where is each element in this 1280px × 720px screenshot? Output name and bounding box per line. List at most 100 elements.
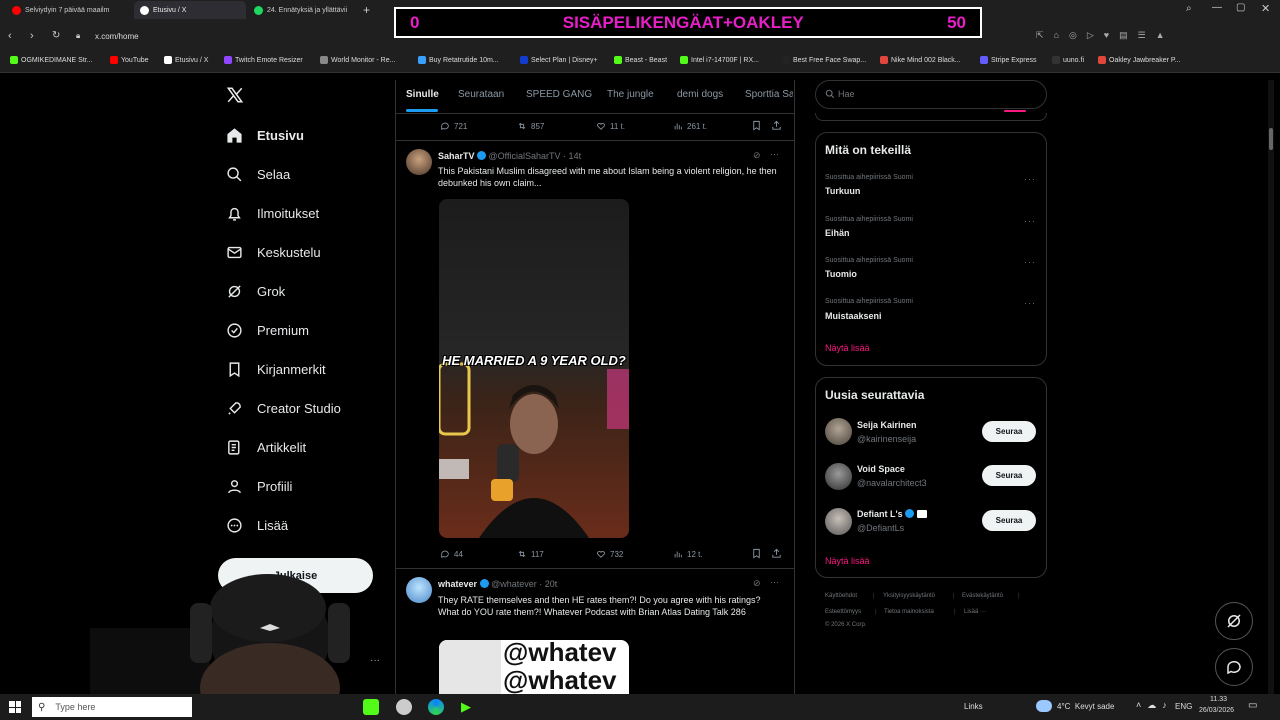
follow-handle[interactable]: @navalarchitect3 [857,478,927,488]
bookmark-7[interactable]: Beast - Beast [614,56,667,64]
author-handle[interactable]: @OfficialSaharTV [489,151,561,161]
bookmark-4[interactable]: World Monitor - Re... [320,56,395,64]
tab-youtube[interactable]: Selviydyin 7 päivää maailm [6,1,132,19]
footer-link[interactable]: Esteettömyys [825,609,861,615]
grok-fab[interactable] [1215,602,1253,640]
tab-the-jungle[interactable]: The jungle [607,89,654,100]
x-logo-icon[interactable] [226,86,244,104]
forward-icon[interactable]: › [30,30,34,42]
bookmark-8[interactable]: Intel i7-14700F | RX... [680,56,759,64]
maximize-icon[interactable]: ▢ [1236,2,1245,13]
footer-link[interactable]: Yksityisyyskäytäntö [883,593,935,599]
reload-icon[interactable]: ↻ [52,30,60,41]
scrollbar-track[interactable] [1268,80,1274,694]
bookmark-3[interactable]: Twitch Emote Resizer [224,56,303,64]
prev-like-count[interactable]: 11 t. [596,121,625,131]
reply-count[interactable]: 44 [440,549,463,559]
bookmark-12[interactable]: uuno.fi [1052,56,1084,64]
bookmark-11[interactable]: Stripe Express [980,56,1037,64]
clock-date[interactable]: 26/03/2026 [1199,707,1234,714]
bookmark-5[interactable]: Buy Retatrutide 10m... [418,56,499,64]
footer-link[interactable]: Tietoa mainoksista [884,609,934,615]
follow-name[interactable]: Defiant L's [857,509,903,519]
prev-reply-count[interactable]: 721 [440,121,467,131]
new-tab-icon[interactable]: + [363,3,370,17]
follow-name[interactable]: Seija Kairinen [857,420,917,430]
tab-following[interactable]: Seurataan [458,89,504,100]
taskbar-search[interactable]: ⚲ Type here [32,697,192,717]
tab-x-home[interactable]: Etusivu / X [134,1,246,19]
nav-explore[interactable]: Selaa [226,166,290,183]
tab-for-you[interactable]: Sinulle [406,89,439,100]
bookmark-13[interactable]: Oakley Jawbreaker P... [1098,56,1180,64]
follow-button[interactable]: Seuraa [982,421,1036,442]
tab-demi-dogs[interactable]: demi dogs [677,89,723,100]
avatar[interactable] [825,463,852,490]
post-more-icon[interactable]: ··· [770,149,779,159]
bookmark-0[interactable]: OGMIKEDIMANE Str... [10,56,93,64]
trend-more-icon[interactable]: ··· [1024,257,1036,267]
nav-grok[interactable]: Grok [226,283,285,300]
extension-icons[interactable]: ⇱⌂◎▷♥▤☰▲ [1036,30,1175,41]
follow-handle[interactable]: @kairinenseija [857,434,916,444]
bookmark-icon[interactable] [751,120,762,131]
trend-name[interactable]: Eihän [825,228,850,238]
windows-start-icon[interactable] [9,701,21,713]
footer-link[interactable]: Lisää ··· [964,609,986,615]
trend-more-icon[interactable]: ··· [1024,216,1036,226]
trend-name[interactable]: Turkuun [825,186,860,196]
follow-button[interactable]: Seuraa [982,465,1036,486]
nav-more[interactable]: Lisää [226,517,288,534]
footer-link[interactable]: Evästekäytäntö [962,593,1003,599]
prev-view-count[interactable]: 261 t. [673,121,707,131]
post-video[interactable]: HE MARRIED A 9 YEAR OLD? [439,199,629,538]
nav-articles[interactable]: Artikkelit [226,439,306,456]
notification-icon[interactable]: ▭ [1248,700,1257,711]
trend-more-icon[interactable]: ··· [1024,298,1036,308]
post-time[interactable]: · 20t [539,579,557,589]
show-more-follows-link[interactable]: Näytä lisää [825,556,870,566]
play-app-icon[interactable]: ▶ [461,699,475,715]
nav-profile[interactable]: Profiili [226,478,292,495]
footer-link[interactable]: Käyttöehdot [825,593,857,599]
clock-time[interactable]: 11.33 [1210,696,1227,703]
nav-messages[interactable]: Keskustelu [226,244,321,261]
nav-premium[interactable]: Premium [226,322,309,339]
tray-icons[interactable]: ˄☁♪ [1136,700,1173,711]
bookmark-10[interactable]: Nike Mind 002 Black... [880,56,961,64]
grok-icon[interactable]: ⊘ [753,150,761,161]
post-image[interactable]: @whatev @whatev [439,640,629,694]
taskbar-search-input[interactable]: Type here [55,702,95,712]
weather-text[interactable]: 4°C Kevyt sade [1057,702,1114,711]
nav-notifications[interactable]: Ilmoitukset [226,205,319,222]
follow-name[interactable]: Void Space [857,464,905,474]
author-name[interactable]: SaharTV [438,151,475,161]
minimize-icon[interactable]: — [1212,2,1222,13]
close-window-icon[interactable]: ✕ [1261,2,1270,15]
share-icon[interactable] [771,548,782,559]
tab-speed-gang[interactable]: SPEED GANG [526,89,592,100]
messages-fab[interactable] [1215,648,1253,686]
nav-bookmarks[interactable]: Kirjanmerkit [226,361,326,378]
avatar[interactable] [406,577,432,603]
follow-button[interactable]: Seuraa [982,510,1036,531]
post-time[interactable]: · 14t [563,151,581,161]
author-handle[interactable]: @whatever [491,579,537,589]
account-more-icon[interactable]: ··· [370,655,380,666]
post-more-icon[interactable]: ··· [770,577,779,587]
nav-creator-studio[interactable]: Creator Studio [226,400,341,417]
share-icon[interactable] [771,120,782,131]
app-icon[interactable] [396,699,412,715]
tab-sporttia[interactable]: Sporttia Sa [745,89,793,100]
search-input[interactable]: Hae [838,89,855,99]
trend-name[interactable]: Tuomio [825,269,857,279]
scrollbar-thumb[interactable] [1269,128,1273,150]
bookmark-icon[interactable] [751,548,762,559]
nav-home[interactable]: Etusivu [226,127,304,144]
grok-icon[interactable]: ⊘ [753,578,761,589]
url-field[interactable]: x.com/home [95,32,139,41]
bookmark-9[interactable]: Best Free Face Swap... [782,56,866,64]
language-indicator[interactable]: ENG [1175,702,1192,711]
trend-more-icon[interactable]: ··· [1024,174,1036,184]
edge-icon[interactable] [428,699,444,715]
